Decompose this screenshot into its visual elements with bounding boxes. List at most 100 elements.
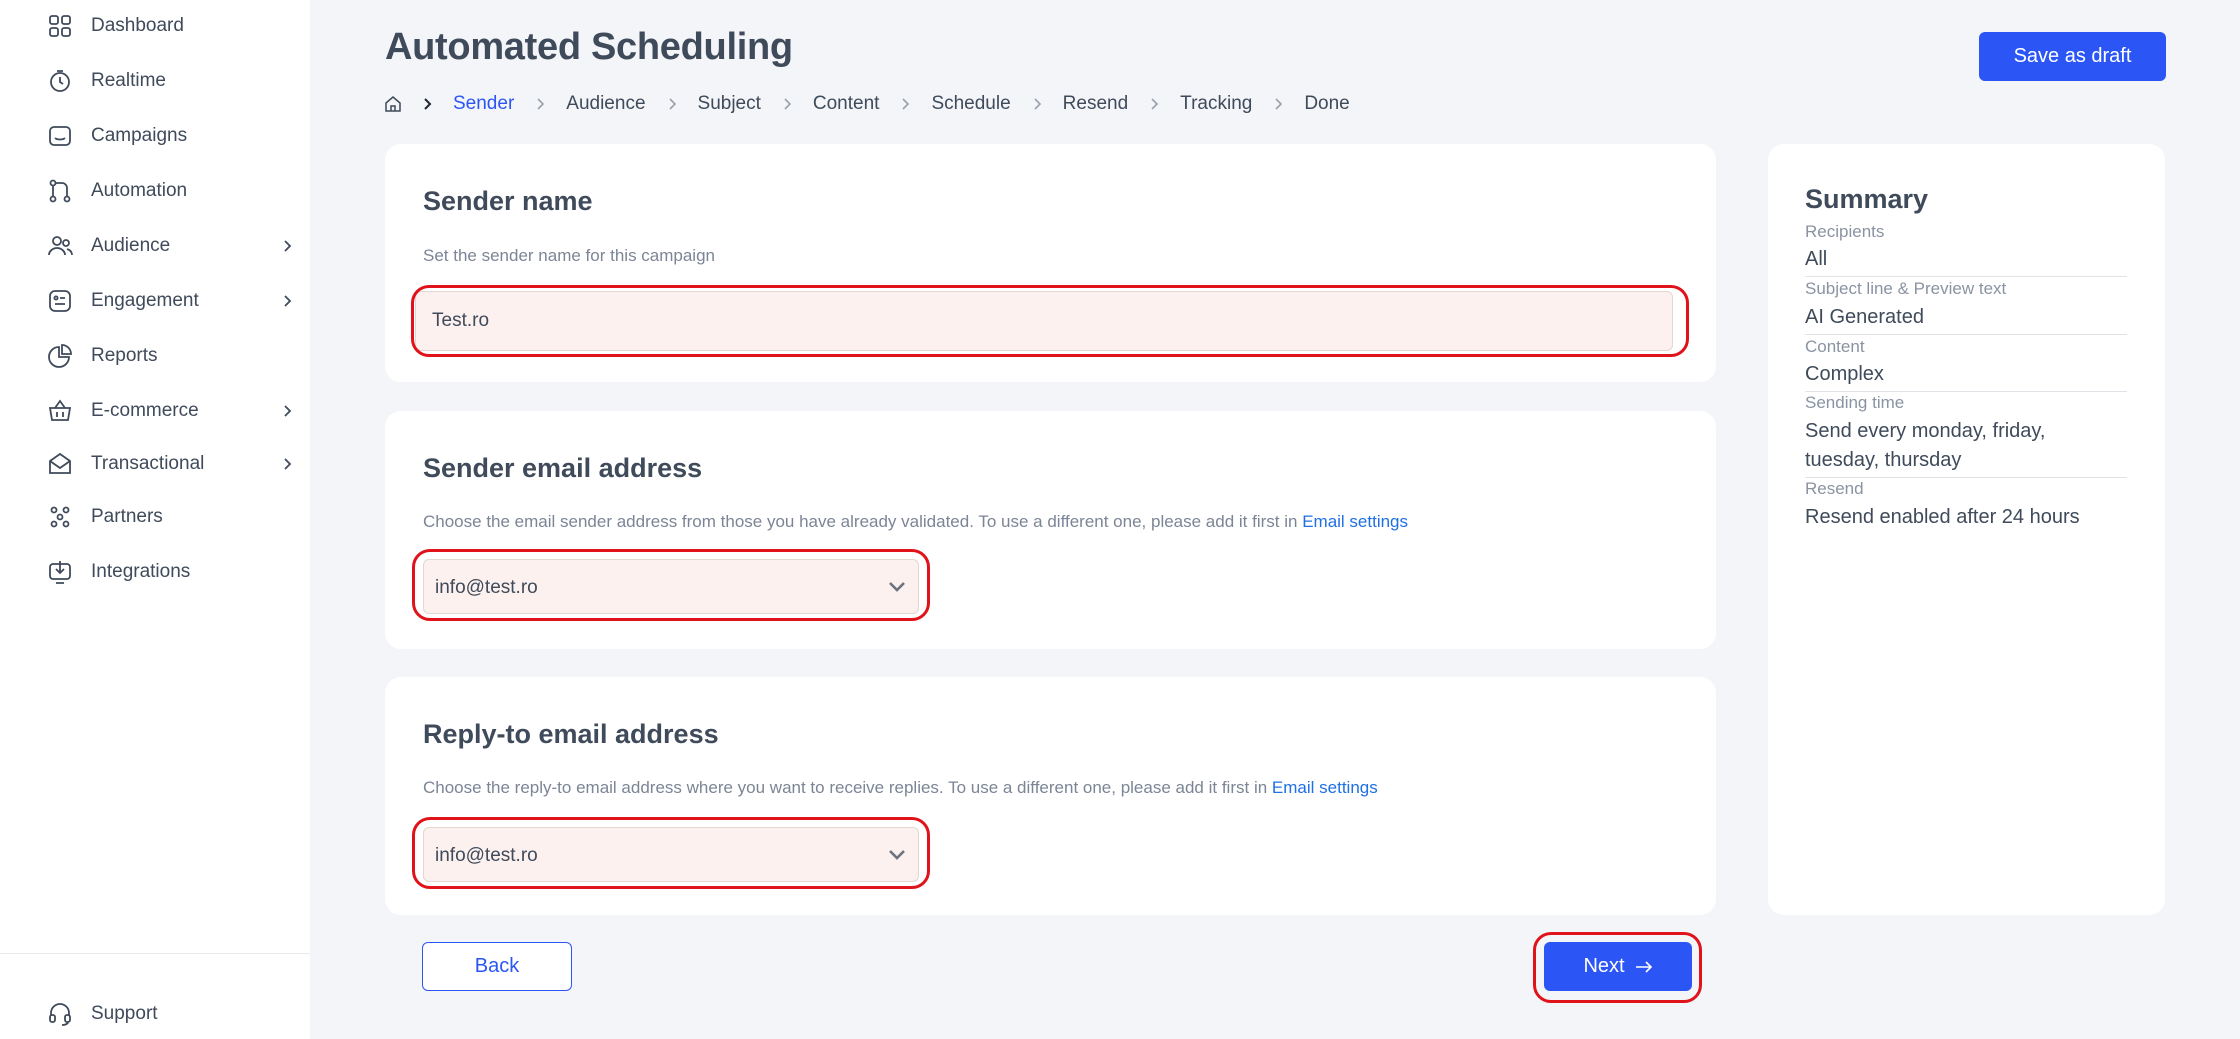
sidebar-item-label: Transactional	[91, 453, 205, 474]
summary-title: Summary	[1805, 184, 1929, 214]
summary-panel: Summary Recipients All Subject line & Pr…	[1768, 144, 2165, 915]
sidebar-item-label: Support	[91, 1003, 158, 1024]
sidebar-item-campaigns[interactable]: Campaigns	[0, 112, 310, 160]
sidebar-item-support[interactable]: Support	[0, 990, 310, 1038]
section-description: Choose the reply-to email address where …	[423, 778, 1378, 798]
breadcrumb-step-subject[interactable]: Subject	[698, 93, 761, 115]
sidebar-item-partners[interactable]: Partners	[0, 493, 310, 541]
sender-email-card: Sender email address Choose the email se…	[385, 411, 1716, 649]
sidebar-item-integrations[interactable]: Integrations	[0, 548, 310, 596]
description-text: Choose the reply-to email address where …	[423, 778, 1272, 797]
section-description: Choose the email sender address from tho…	[423, 512, 1408, 532]
chevron-right-icon	[1272, 98, 1284, 110]
breadcrumb-step-resend[interactable]: Resend	[1063, 93, 1129, 115]
download-icon	[47, 559, 73, 585]
selected-value: info@test.ro	[435, 845, 538, 866]
stopwatch-icon	[47, 68, 73, 94]
reply-to-email-select[interactable]: info@test.ro	[423, 827, 919, 882]
breadcrumb-step-sender[interactable]: Sender	[453, 93, 514, 115]
pie-chart-icon	[47, 343, 73, 369]
breadcrumb-step-schedule[interactable]: Schedule	[931, 93, 1010, 115]
breadcrumb-step-tracking[interactable]: Tracking	[1180, 93, 1252, 115]
workflow-icon	[47, 178, 73, 204]
breadcrumb-step-done[interactable]: Done	[1304, 93, 1349, 115]
sender-email-select[interactable]: info@test.ro	[423, 559, 919, 614]
summary-divider	[1805, 334, 2127, 335]
sidebar: Dashboard Realtime Campaigns Automation …	[0, 0, 310, 1039]
summary-value: Resend enabled after 24 hours	[1805, 506, 2080, 528]
description-text: Choose the email sender address from tho…	[423, 512, 1303, 531]
sidebar-item-label: Integrations	[91, 561, 191, 582]
users-icon	[47, 233, 73, 259]
selected-value: info@test.ro	[435, 577, 538, 598]
summary-label: Subject line & Preview text	[1805, 279, 2007, 298]
headset-icon	[47, 1001, 73, 1027]
breadcrumb: Sender Audience Subject Content Schedule…	[383, 91, 1370, 117]
sender-name-card: Sender name Set the sender name for this…	[385, 144, 1716, 382]
sidebar-divider	[0, 953, 310, 954]
section-title: Sender email address	[423, 453, 703, 483]
arrow-right-icon	[1635, 960, 1653, 974]
chevron-down-icon	[886, 576, 908, 598]
summary-value: AI Generated	[1805, 306, 1924, 328]
folder-icon	[47, 123, 73, 149]
partners-icon	[47, 504, 73, 530]
sidebar-item-label: Automation	[91, 180, 188, 201]
next-button[interactable]: Next	[1544, 942, 1692, 991]
sidebar-item-transactional[interactable]: Transactional	[0, 440, 310, 488]
summary-label: Sending time	[1805, 393, 1905, 412]
sidebar-item-label: Dashboard	[91, 15, 184, 36]
chevron-down-icon	[886, 844, 908, 866]
chevron-right-icon	[280, 239, 294, 253]
summary-label: Recipients	[1805, 222, 1885, 241]
chevron-right-icon	[1148, 98, 1160, 110]
back-button[interactable]: Back	[422, 942, 572, 991]
breadcrumb-step-audience[interactable]: Audience	[566, 93, 645, 115]
sidebar-item-label: Campaigns	[91, 125, 188, 146]
sender-name-input[interactable]	[415, 291, 1673, 351]
chevron-right-icon	[781, 98, 793, 110]
summary-divider	[1805, 276, 2127, 277]
section-description: Set the sender name for this campaign	[423, 246, 715, 265]
sidebar-item-label: Audience	[91, 235, 171, 256]
summary-value: All	[1805, 248, 1828, 270]
chevron-right-icon	[666, 98, 678, 110]
sidebar-item-label: Partners	[91, 506, 163, 527]
sidebar-item-reports[interactable]: Reports	[0, 332, 310, 380]
section-title: Sender name	[423, 186, 593, 216]
page-title: Automated Scheduling	[385, 26, 793, 68]
basket-icon	[47, 398, 73, 424]
sidebar-item-realtime[interactable]: Realtime	[0, 57, 310, 105]
email-settings-link[interactable]: Email settings	[1302, 512, 1408, 531]
sidebar-item-label: Reports	[91, 345, 158, 366]
next-button-label: Next	[1583, 955, 1625, 977]
sidebar-item-audience[interactable]: Audience	[0, 222, 310, 270]
section-title: Reply-to email address	[423, 719, 719, 749]
summary-divider	[1805, 477, 2127, 478]
email-settings-link[interactable]: Email settings	[1272, 778, 1378, 797]
sidebar-item-ecommerce[interactable]: E-commerce	[0, 387, 310, 435]
sidebar-item-dashboard[interactable]: Dashboard	[0, 2, 310, 50]
chevron-right-icon	[421, 98, 433, 110]
summary-label: Resend	[1805, 479, 1864, 498]
chevron-right-icon	[280, 294, 294, 308]
breadcrumb-step-content[interactable]: Content	[813, 93, 880, 115]
sidebar-item-engagement[interactable]: Engagement	[0, 277, 310, 325]
summary-value: Send every monday, friday, tuesday, thur…	[1805, 420, 2046, 471]
sidebar-item-label: Engagement	[91, 290, 199, 311]
chevron-right-icon	[1031, 98, 1043, 110]
envelope-icon	[47, 451, 73, 477]
dashboard-icon	[47, 13, 73, 39]
sidebar-item-label: E-commerce	[91, 400, 199, 421]
summary-value: Complex	[1805, 363, 1884, 385]
reply-to-card: Reply-to email address Choose the reply-…	[385, 677, 1716, 915]
chevron-right-icon	[534, 98, 546, 110]
save-as-draft-button[interactable]: Save as draft	[1979, 32, 2166, 81]
sidebar-item-automation[interactable]: Automation	[0, 167, 310, 215]
summary-divider	[1805, 391, 2127, 392]
chevron-right-icon	[899, 98, 911, 110]
home-icon[interactable]	[383, 94, 403, 114]
sidebar-item-label: Realtime	[91, 70, 166, 91]
chevron-right-icon	[280, 404, 294, 418]
summary-label: Content	[1805, 337, 1865, 356]
